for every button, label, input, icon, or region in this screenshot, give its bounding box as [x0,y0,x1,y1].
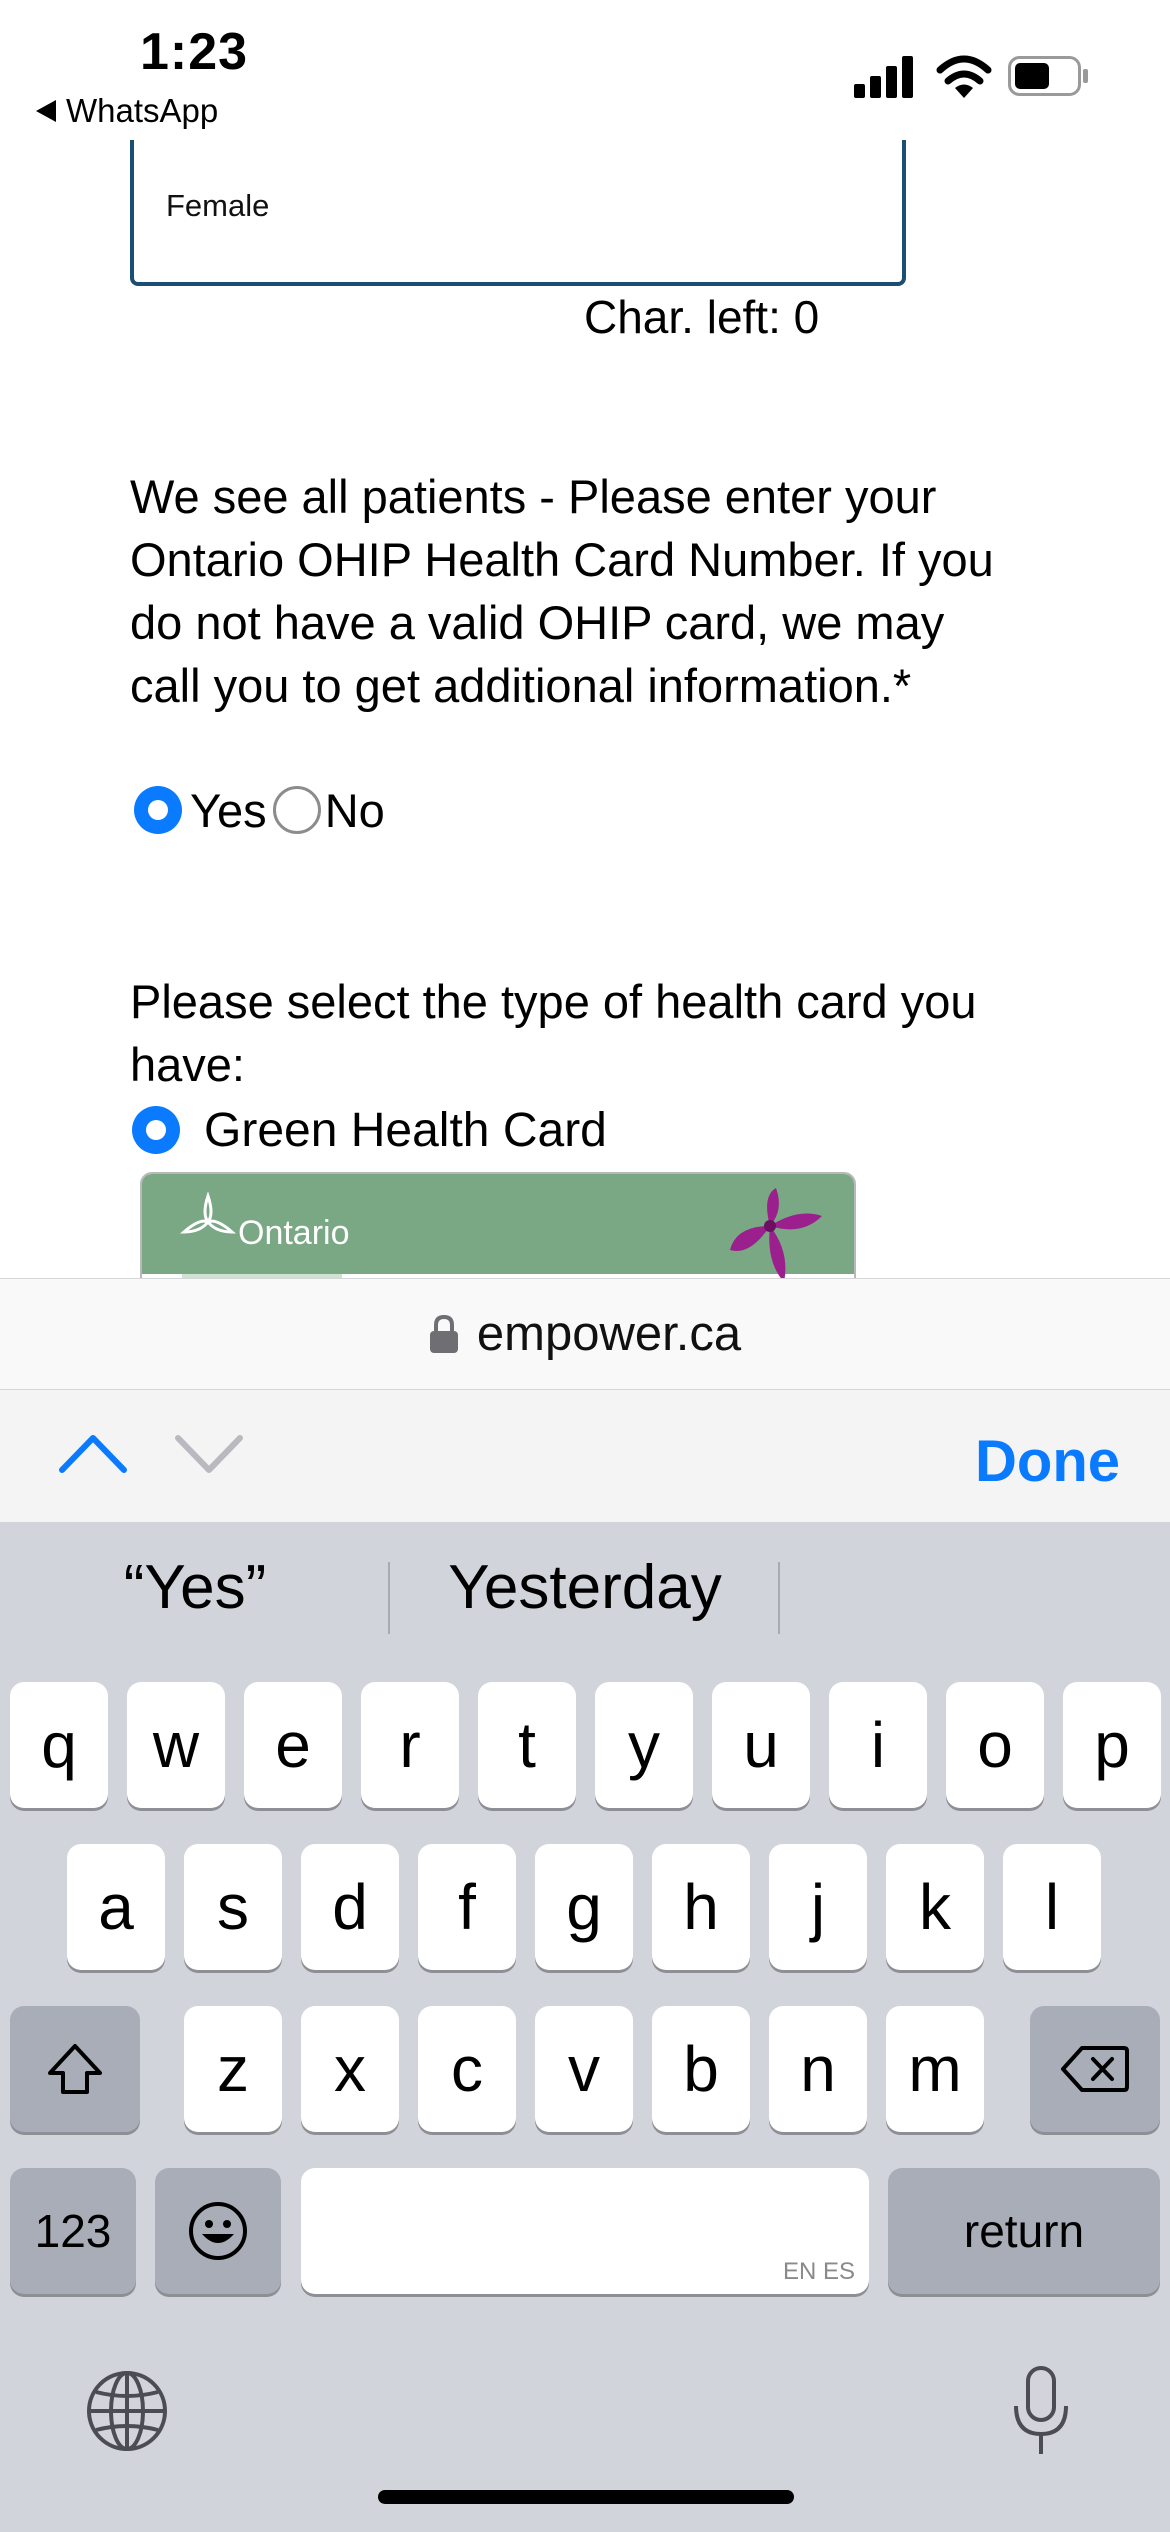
url-text: empower.ca [476,1307,742,1361]
ohip-no-label[interactable]: No [325,783,385,838]
ohip-yes-label[interactable]: Yes [190,783,267,838]
status-time: 1:23 [140,23,249,81]
key-z[interactable]: z [184,2006,282,2132]
address-bar[interactable]: empower.ca [0,1278,1170,1390]
wifi-icon [936,55,992,98]
green-card-option[interactable]: Green Health Card [132,1100,607,1160]
backspace-icon [1061,2046,1129,2092]
trillium-flower-icon [730,1188,822,1278]
green-card-label[interactable]: Green Health Card [204,1103,607,1158]
char-left-counter: Char. left: 0 [584,291,820,343]
key-o[interactable]: o [946,1682,1044,1808]
key-e[interactable]: e [244,1682,342,1808]
emoji-key[interactable] [155,2168,281,2294]
key-a[interactable]: a [67,1844,165,1970]
suggestion-bar: “Yes” Yesterday [0,1522,1170,1642]
key-d[interactable]: d [301,1844,399,1970]
key-r[interactable]: r [361,1682,459,1808]
battery-icon [1008,56,1088,96]
key-m[interactable]: m [886,2006,984,2132]
home-indicator [378,2490,794,2504]
key-u[interactable]: u [712,1682,810,1808]
ohip-question: We see all patients - Please enter your … [130,470,994,712]
return-key[interactable]: return [888,2168,1160,2294]
ohip-no-radio[interactable] [272,786,321,834]
space-lang-hint: EN ES [782,2258,855,2285]
trillium-logo-icon [180,1192,236,1234]
key-l[interactable]: l [1003,1844,1101,1970]
key-t[interactable]: t [478,1682,576,1808]
card-ontario-text: Ontario [238,1214,350,1252]
key-i[interactable]: i [829,1682,927,1808]
shift-icon [48,2044,102,2094]
suggestion-2[interactable]: Yesterday [390,1552,780,1623]
key-g[interactable]: g [535,1844,633,1970]
key-y[interactable]: y [595,1682,693,1808]
key-f[interactable]: f [418,1844,516,1970]
key-p[interactable]: p [1063,1682,1161,1808]
key-j[interactable]: j [769,1844,867,1970]
form-accessory-bar: Done [0,1390,1170,1522]
key-c[interactable]: c [418,2006,516,2132]
back-to-app-button[interactable]: WhatsApp [36,92,218,130]
suggestion-1[interactable]: “Yes” [0,1552,390,1623]
gender-textarea[interactable]: Female [130,140,906,286]
key-v[interactable]: v [535,2006,633,2132]
status-bar: 1:23 WhatsApp [0,0,1170,140]
back-app-label: WhatsApp [66,92,219,129]
key-x[interactable]: x [301,2006,399,2132]
cellular-signal-icon [854,56,913,98]
done-button[interactable]: Done [975,1428,1120,1495]
key-s[interactable]: s [184,1844,282,1970]
chevron-down-icon[interactable] [172,1428,246,1478]
key-h[interactable]: h [652,1844,750,1970]
key-w[interactable]: w [127,1682,225,1808]
microphone-icon[interactable] [1008,2364,1074,2460]
keyboard: “Yes” Yesterday q w e r t y u i o p a s … [0,1522,1170,2532]
web-page: Female Char. left: 0 We see all patients… [0,140,1170,1278]
key-n[interactable]: n [769,2006,867,2132]
key-k[interactable]: k [886,1844,984,1970]
shift-key[interactable] [10,2006,140,2132]
globe-icon[interactable] [84,2368,170,2454]
lock-icon [429,1314,458,1353]
chevron-up-icon[interactable] [56,1428,130,1478]
delete-key[interactable] [1030,2006,1160,2132]
gender-textarea-value: Female [166,188,270,223]
back-arrow-icon [36,100,56,122]
ohip-radio-group: Yes No [130,780,385,840]
card-type-question: Please select the type of health card yo… [130,975,977,1091]
key-q[interactable]: q [10,1682,108,1808]
emoji-icon [189,2202,247,2260]
ohip-yes-radio[interactable] [134,786,182,834]
suggestion-divider [778,1562,780,1634]
space-key[interactable]: EN ES [301,2168,869,2294]
numbers-key[interactable]: 123 [10,2168,136,2294]
green-card-radio[interactable] [132,1106,180,1154]
key-b[interactable]: b [652,2006,750,2132]
health-card-image: Ontario [140,1172,856,1278]
